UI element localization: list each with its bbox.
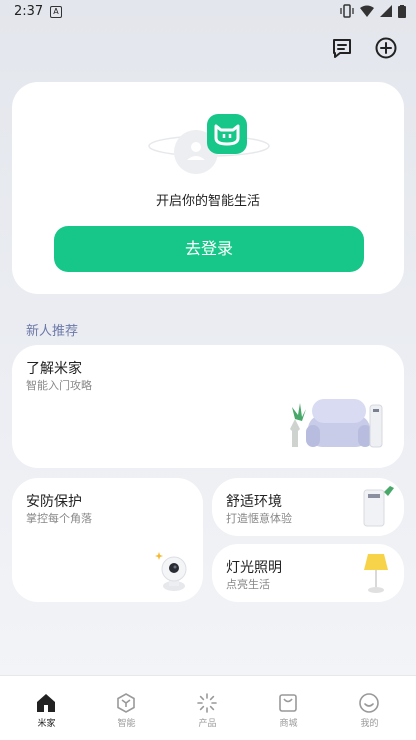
tab-label: 产品 — [198, 719, 217, 729]
lamp-illustration — [364, 554, 388, 593]
tab-label: 商城 — [279, 719, 298, 729]
bottom-nav: 米家 智能 产品 商城 我的 — [0, 675, 416, 740]
card-subtitle: 掌控每个角落 — [26, 512, 92, 525]
card-subtitle: 点亮生活 — [226, 578, 270, 591]
shop-bag-icon — [279, 694, 297, 712]
wifi-icon — [360, 5, 374, 17]
tab-shop[interactable]: 商城 — [247, 676, 330, 740]
card-subtitle: 打造惬意体验 — [226, 512, 292, 525]
login-button[interactable]: 去登录 — [54, 226, 364, 272]
user-mijia-illustration — [148, 114, 270, 174]
cube-icon — [117, 693, 135, 713]
card-title: 安防保护 — [26, 494, 82, 510]
status-time: 2:37 — [14, 4, 44, 19]
status-bar: 2:37 A — [0, 0, 416, 24]
card-title: 舒适环境 — [226, 494, 282, 510]
tab-label: 智能 — [117, 719, 136, 729]
card-lighting[interactable]: 灯光照明 点亮生活 — [212, 544, 404, 602]
signal-icon — [380, 5, 392, 17]
message-icon[interactable] — [330, 36, 354, 60]
card-subtitle: 智能入门攻略 — [26, 379, 92, 392]
header-actions — [330, 36, 398, 60]
home-icon — [37, 694, 55, 712]
tab-smart[interactable]: 智能 — [85, 676, 168, 740]
tab-products[interactable]: 产品 — [166, 676, 249, 740]
air-purifier-illustration — [363, 486, 394, 527]
tab-me[interactable]: 我的 — [328, 676, 411, 740]
tab-label: 我的 — [360, 719, 379, 729]
sofa-illustration — [290, 399, 383, 448]
section-title: 新人推荐 — [26, 324, 79, 339]
login-card: 开启你的智能生活 去登录 — [12, 82, 404, 294]
camera-illustration — [155, 552, 187, 591]
card-learn-mijia[interactable]: 了解米家 智能入门攻略 — [12, 345, 404, 468]
sparkle-icon — [197, 693, 217, 713]
notification-icon: A — [50, 6, 62, 18]
tab-home[interactable]: 米家 — [5, 676, 88, 740]
hero-tagline: 开启你的智能生活 — [155, 194, 260, 209]
card-title: 灯光照明 — [226, 560, 282, 576]
battery-icon — [398, 4, 406, 18]
tab-label: 米家 — [37, 719, 56, 729]
card-security[interactable]: 安防保护 掌控每个角落 — [12, 478, 203, 602]
card-title: 了解米家 — [26, 361, 82, 377]
vibrate-icon — [340, 4, 354, 18]
card-comfort[interactable]: 舒适环境 打造惬意体验 — [212, 478, 404, 536]
status-icons — [340, 4, 406, 18]
smile-icon — [359, 693, 379, 713]
add-circle-icon[interactable] — [374, 36, 398, 60]
